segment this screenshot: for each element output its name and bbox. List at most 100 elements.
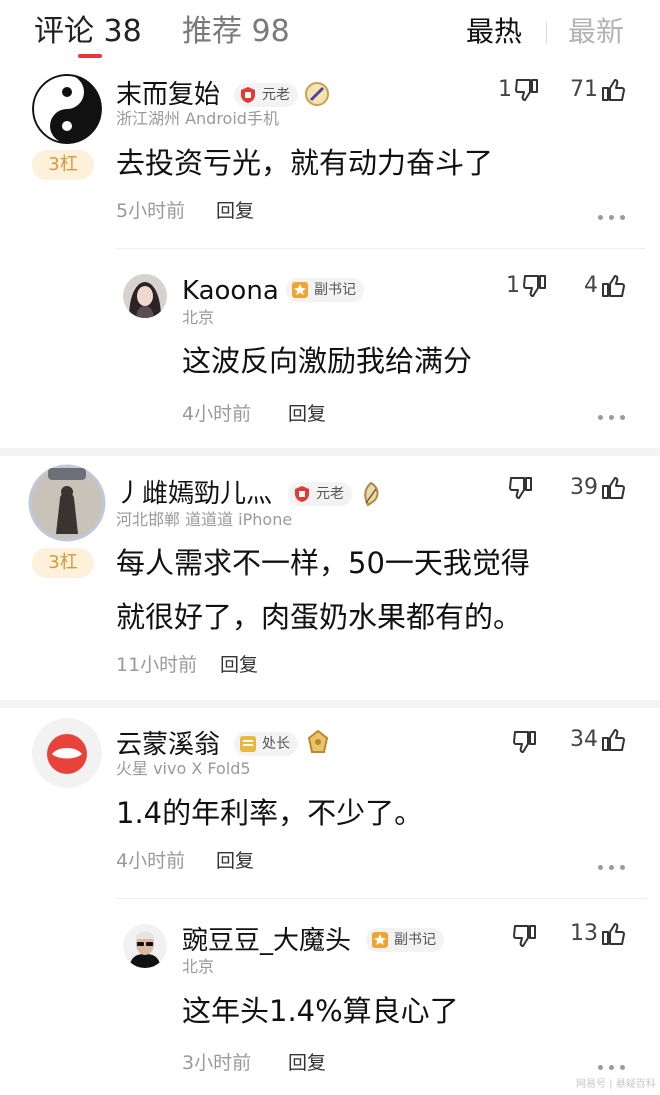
badge-label: 副书记 [394, 932, 436, 948]
avatar[interactable] [123, 274, 167, 318]
reply-button[interactable]: 回复 [220, 652, 258, 678]
upvote-count: 4 [584, 273, 598, 298]
avatar[interactable] [32, 74, 102, 144]
thumb-up-icon [602, 79, 625, 101]
upvote-button[interactable]: 34 [556, 724, 626, 756]
sort-hot-button[interactable]: 最热 [466, 12, 522, 52]
username[interactable]: Kaoona [182, 274, 279, 308]
user-meta: 河北邯郸 道道道 iPhone [116, 510, 293, 529]
reply-divider [116, 898, 646, 899]
document-badge-icon [240, 736, 256, 752]
thumb-down-icon [509, 477, 532, 499]
thumb-up-icon [602, 477, 625, 499]
downvote-button[interactable] [500, 472, 534, 504]
level-badge: 处长 [234, 732, 298, 756]
feather-medal-icon [364, 481, 379, 507]
upvote-button[interactable]: 39 [556, 472, 626, 504]
badge-label: 副书记 [314, 282, 356, 298]
red-logo-avatar-image [32, 718, 102, 788]
badge-label: 处长 [262, 736, 290, 752]
reply-button[interactable]: 回复 [216, 198, 254, 224]
upvote-button[interactable]: 13 [556, 918, 626, 950]
thumb-down-icon [513, 925, 536, 947]
badge-label: 元老 [262, 87, 290, 103]
star-badge-icon [292, 282, 308, 298]
more-dots-icon[interactable] [598, 214, 626, 222]
comment-text-line: 每人需求不一样，50一天我觉得 [116, 546, 530, 580]
user-meta: 火星 vivo X Fold5 [116, 759, 251, 778]
tab-comments[interactable]: 评论 38 [34, 12, 142, 52]
tab-recommend-count: 98 [251, 14, 290, 49]
upvote-count: 13 [570, 921, 598, 946]
comment-text-line: 就很好了，肉蛋奶水果都有的。 [116, 600, 523, 634]
badge-label: 元老 [316, 486, 344, 502]
downvote-button[interactable] [504, 726, 538, 758]
feather-medal-icon [305, 82, 329, 106]
more-dots-icon[interactable] [598, 1064, 626, 1072]
user-meta: 北京 [182, 957, 215, 976]
reply-button[interactable]: 回复 [288, 1050, 326, 1076]
downvote-count: 1 [506, 273, 520, 298]
thumb-down-icon [523, 275, 546, 297]
upvote-button[interactable]: 4 [560, 270, 626, 302]
downvote-button[interactable]: 1 [480, 270, 548, 302]
comment-time: 11小时前 [116, 654, 198, 676]
thumb-up-icon [602, 923, 625, 945]
downvote-button[interactable]: 1 [480, 74, 540, 106]
comment-item: 末而复始 元老 浙江湖州 Android手机 1 71 3杠 去投资亏光，就有动… [0, 64, 660, 444]
comment-time: 4小时前 [182, 403, 252, 425]
level-badge: 元老 [288, 482, 352, 506]
man-sunglasses-avatar-image [123, 924, 167, 968]
level-badge: 副书记 [366, 928, 444, 952]
user-meta: 浙江湖州 Android手机 [116, 109, 279, 128]
reply-level-tag: 3杠 [32, 150, 94, 180]
shield-icon [295, 486, 309, 502]
comment-item: 云蒙溪翁 处长 火星 vivo X Fold5 34 1.4的年利率，不少了。 … [0, 708, 660, 1095]
active-tab-indicator [78, 54, 102, 58]
upvote-count: 71 [570, 77, 598, 102]
thumb-down-icon [513, 731, 536, 753]
reply-button[interactable]: 回复 [216, 848, 254, 874]
more-dots-icon[interactable] [598, 414, 626, 422]
tab-comments-count: 38 [103, 14, 142, 49]
comment-tabs: 评论 38 推荐 98 最热 最新 [0, 0, 660, 64]
reply-divider [116, 248, 646, 249]
user-meta: 北京 [182, 308, 215, 327]
shield-icon [241, 87, 255, 103]
comment-item: 丿雌嫣勁儿灬 元老 河北邯郸 道道道 iPhone 39 3杠 每人需求不一样，… [0, 456, 660, 700]
tab-comments-label: 评论 [34, 14, 94, 49]
thumb-up-icon [602, 729, 625, 751]
comment-text-line: 这年头1.4%算良心了 [182, 994, 459, 1028]
section-divider [0, 448, 660, 456]
sort-divider [546, 22, 547, 44]
upvote-count: 39 [570, 475, 598, 500]
comment-text-line: 去投资亏光，就有动力奋斗了 [116, 146, 494, 180]
downvote-button[interactable] [504, 920, 538, 952]
username[interactable]: 末而复始 [116, 78, 220, 112]
comment-text-line: 1.4的年利率，不少了。 [116, 796, 424, 830]
upvote-button[interactable]: 71 [560, 74, 626, 106]
level-badge: 副书记 [286, 278, 364, 302]
comment-time: 5小时前 [116, 200, 186, 222]
reply-level-tag: 3杠 [32, 548, 94, 578]
thumb-down-icon [515, 79, 538, 101]
upvote-count: 34 [570, 727, 598, 752]
comment-time: 3小时前 [182, 1052, 252, 1074]
username[interactable]: 豌豆豆_大魔头 [182, 924, 351, 958]
avatar[interactable] [32, 718, 102, 788]
tab-recommend[interactable]: 推荐 98 [182, 12, 290, 52]
trophy-medal-icon [307, 730, 329, 753]
username[interactable]: 云蒙溪翁 [116, 728, 220, 762]
watermark: 网易号 | 悬疑百科 [576, 1079, 656, 1090]
yin-yang-avatar-image [32, 74, 102, 144]
comment-time: 4小时前 [116, 850, 186, 872]
star-badge-icon [372, 932, 388, 948]
avatar[interactable] [28, 464, 106, 542]
level-badge: 元老 [234, 83, 298, 107]
downvote-count: 1 [498, 77, 512, 102]
reply-button[interactable]: 回复 [288, 401, 326, 427]
avatar[interactable] [123, 924, 167, 968]
username[interactable]: 丿雌嫣勁儿灬 [116, 477, 272, 511]
sort-new-button[interactable]: 最新 [568, 12, 624, 52]
more-dots-icon[interactable] [598, 864, 626, 872]
